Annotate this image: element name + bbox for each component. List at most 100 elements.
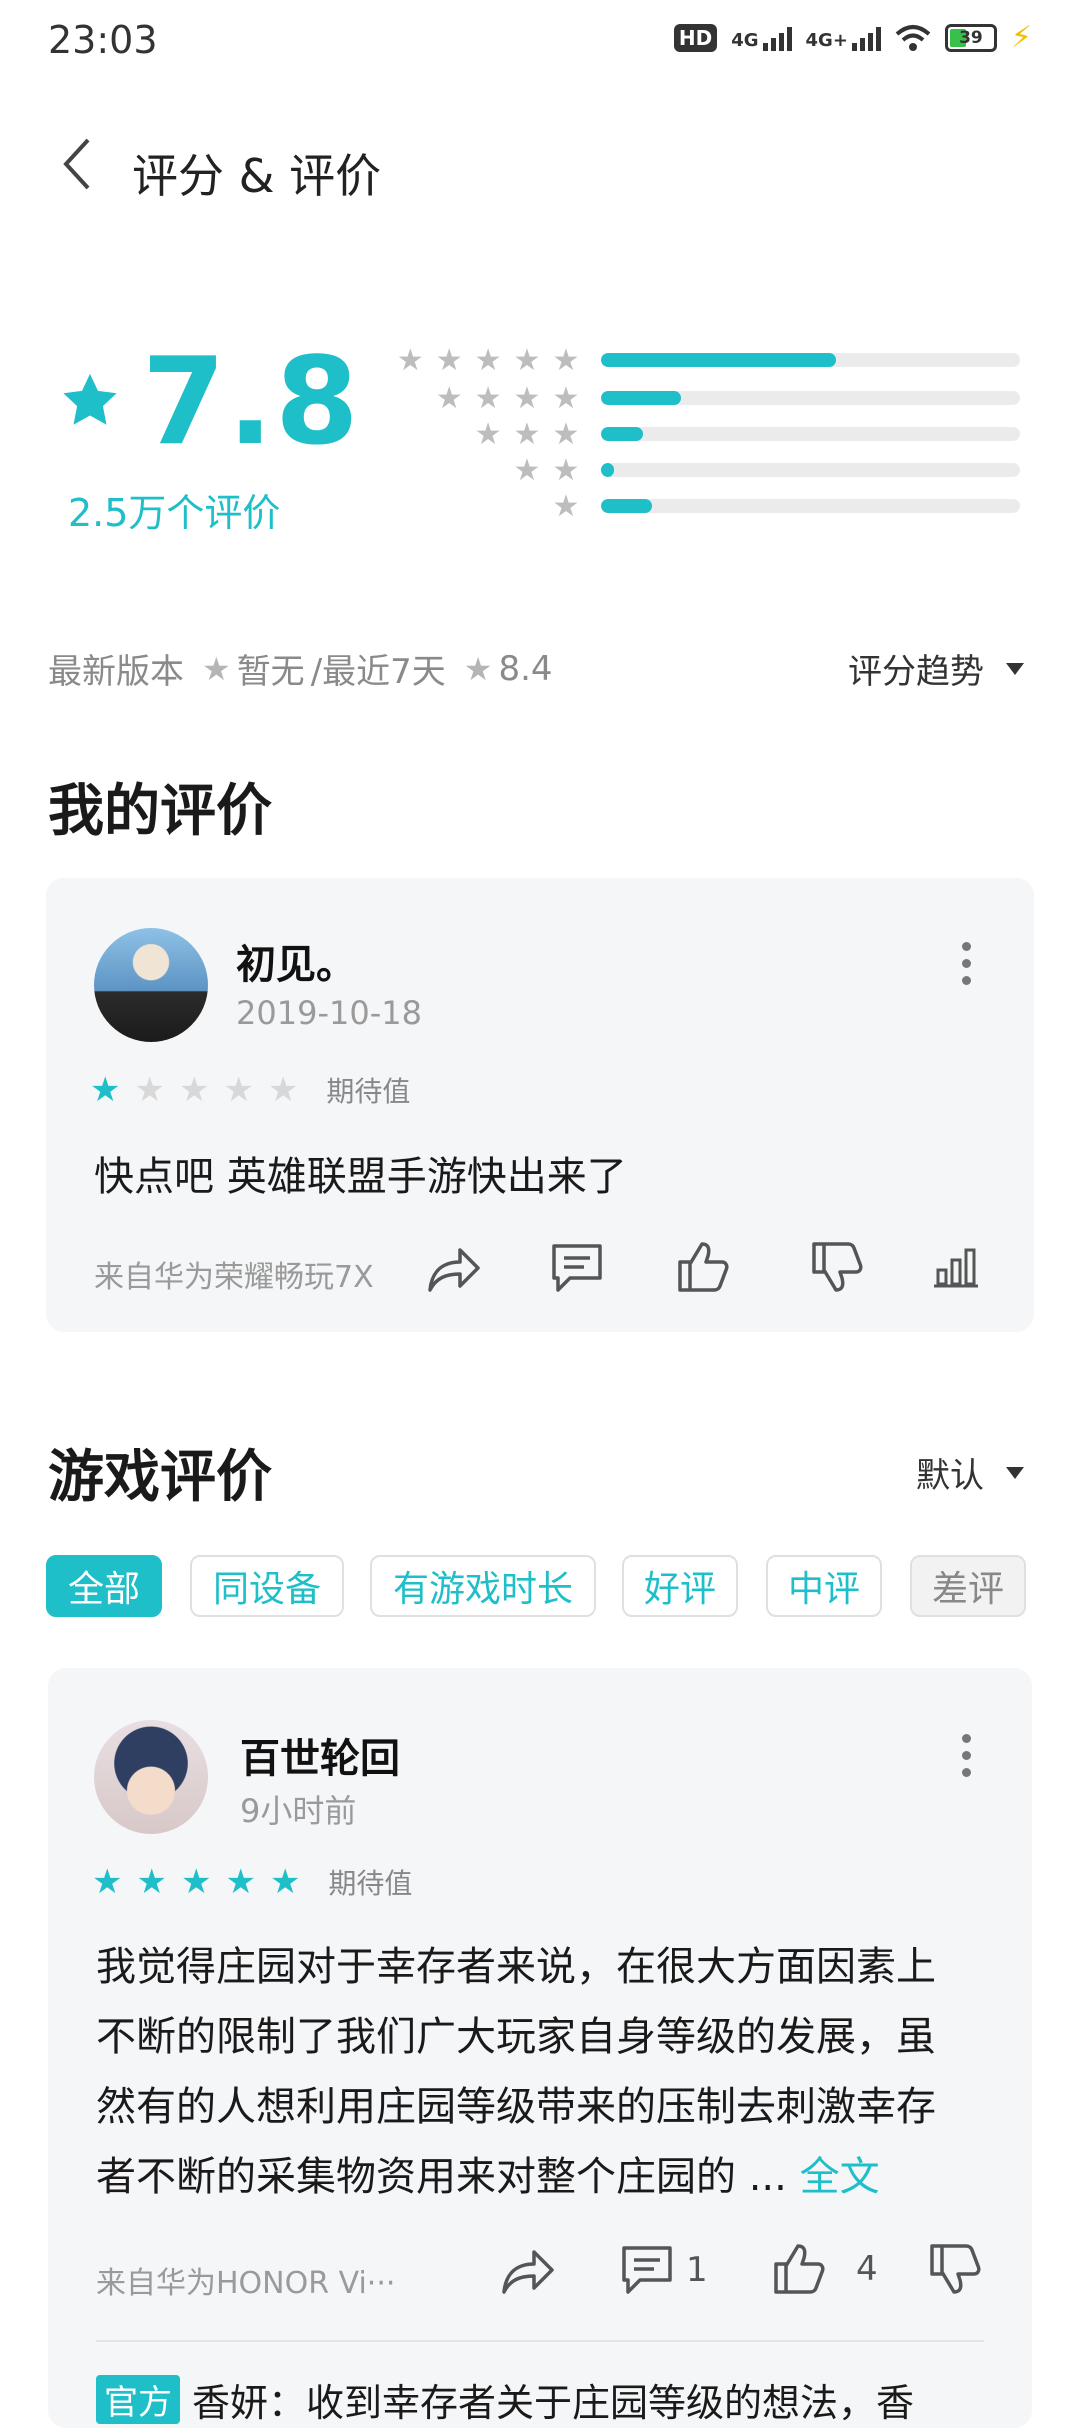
like-button[interactable]: 4 — [772, 2242, 878, 2296]
review-text: 我觉得庄园对于幸存者来说，在很大方面因素上 不断的限制了我们广大玩家自身等级的发… — [96, 1932, 996, 2212]
page-title: 评分 & 评价 — [132, 149, 382, 203]
review-text-line: 然有的人想利用庄园等级带来的压制去刺激幸存 — [96, 2084, 936, 2130]
star-icon: ★ — [474, 342, 502, 378]
distribution-stars: ★ ★ — [380, 452, 580, 488]
distribution-row-1-star: ★ — [380, 489, 1020, 524]
review-stars: ★ ★ ★ ★ ★ 期待值 — [90, 1070, 410, 1110]
distribution-bar — [601, 427, 1020, 441]
divider — [96, 2340, 984, 2342]
average-score: 7.8 — [142, 333, 361, 472]
hd-icon: HD — [673, 23, 718, 52]
official-reply[interactable]: 官方 香妍：收到幸存者关于庄园等级的想法，香 — [96, 2372, 914, 2427]
comment-icon[interactable] — [550, 1242, 604, 1294]
username[interactable]: 百世轮回 — [240, 1726, 400, 1784]
comment-button[interactable]: 1 — [620, 2244, 708, 2296]
tab-neutral[interactable]: 中评 — [766, 1555, 882, 1617]
avatar[interactable] — [94, 928, 208, 1042]
review-stars: ★ ★ ★ ★ ★ 期待值 — [92, 1862, 412, 1902]
star-icon: ★ — [463, 649, 493, 688]
star-icon: ★ — [513, 452, 541, 488]
dislike-icon[interactable] — [810, 1240, 864, 1294]
tab-negative[interactable]: 差评 — [910, 1555, 1026, 1617]
star-icon: ★ — [513, 342, 541, 378]
recent-score: 8.4 — [498, 648, 553, 689]
distribution-stars: ★ ★ ★ ★ ★ — [380, 342, 580, 378]
star-icon: ★ — [513, 416, 541, 452]
share-icon[interactable] — [426, 1244, 482, 1294]
review-text-line: 我觉得庄园对于幸存者来说，在很大方面因素上 — [96, 1944, 936, 1990]
username[interactable]: 初见。 — [236, 932, 356, 990]
star-icon: ★ — [180, 1862, 212, 1902]
tab-all[interactable]: 全部 — [46, 1555, 162, 1617]
star-icon: ★ — [202, 649, 231, 688]
review-text: 快点吧 英雄联盟手游快出来了 — [94, 1154, 627, 1200]
status-icons: HD 4G 4G+ 39 ⚡ — [673, 20, 1032, 55]
my-review-card: 初见。 2019-10-18 ★ ★ ★ ★ ★ 期待值 快点吧 英雄联盟手游快… — [46, 878, 1034, 1332]
stats-icon[interactable] — [934, 1246, 978, 1288]
more-options-icon[interactable] — [960, 1734, 972, 1777]
status-time: 23:03 — [48, 18, 158, 62]
distribution-bar-fill — [601, 463, 614, 477]
review-card: 百世轮回 9小时前 ★ ★ ★ ★ ★ 期待值 我觉得庄园对于幸存者来说，在很大… — [48, 1668, 1032, 2428]
review-text-line: 不断的限制了我们广大玩家自身等级的发展，虽 — [96, 2014, 936, 2060]
distribution-stars: ★ — [380, 489, 579, 524]
distribution-bar — [601, 463, 1020, 477]
star-icon: ★ — [474, 380, 502, 416]
device-label: 来自华为荣耀畅玩7X — [94, 1260, 374, 1295]
distribution-bar-fill — [601, 353, 836, 367]
dislike-icon[interactable] — [928, 2242, 982, 2296]
battery-icon: 39 — [944, 23, 997, 52]
star-icon: ★ — [513, 380, 541, 416]
review-text-line: 者不断的采集物资用来对整个庄园的 ... — [96, 2154, 787, 2200]
version-rating: 最新版本 ★ 暂无 /最近7天 ★ 8.4 — [48, 644, 553, 693]
distribution-bar — [601, 499, 1020, 513]
like-icon — [774, 2244, 825, 2294]
sort-dropdown[interactable]: 默认 — [916, 1448, 1024, 1497]
tab-playtime[interactable]: 有游戏时长 — [370, 1555, 596, 1617]
rating-tag: 期待值 — [326, 1075, 411, 1108]
distribution-stars: ★ ★ ★ — [380, 416, 580, 452]
star-icon: ★ — [136, 1862, 167, 1902]
comment-count: 1 — [686, 2250, 708, 2290]
my-review-heading: 我的评价 — [48, 779, 272, 844]
star-icon: ★ — [435, 380, 463, 416]
review-date: 2019-10-18 — [236, 994, 422, 1032]
signal-icon-2: 4G+ — [806, 25, 881, 51]
star-icon: ★ — [552, 342, 580, 378]
sort-label: 默认 — [916, 1456, 984, 1496]
more-options-icon[interactable] — [960, 942, 972, 985]
distribution-bar-fill — [601, 391, 681, 405]
tab-same-device[interactable]: 同设备 — [190, 1555, 344, 1617]
distribution-row-5-star: ★ ★ ★ ★ ★ — [380, 342, 1020, 378]
distribution-bar — [601, 353, 1020, 367]
wifi-icon — [895, 24, 931, 51]
tab-positive[interactable]: 好评 — [622, 1555, 738, 1617]
star-icon: ★ — [269, 1862, 301, 1902]
rating-tag: 期待值 — [328, 1867, 413, 1900]
device-label: 来自华为HONOR Vi··· — [96, 2266, 396, 2301]
read-more-link[interactable]: 全文 — [800, 2154, 880, 2200]
avatar[interactable] — [94, 1720, 208, 1834]
rating-star-icon — [63, 373, 117, 425]
charging-icon: ⚡ — [1010, 20, 1032, 55]
rating-trend-dropdown[interactable]: 评分趋势 — [848, 644, 1024, 693]
back-arrow-icon[interactable] — [62, 138, 92, 190]
star-icon: ★ — [552, 380, 580, 416]
star-icon: ★ — [92, 1862, 123, 1902]
distribution-bar — [601, 391, 1020, 405]
dropdown-arrow-icon — [1006, 662, 1024, 675]
distribution-row-3-star: ★ ★ ★ — [380, 416, 1020, 452]
network-type-2: 4G+ — [805, 29, 848, 51]
like-count: 4 — [856, 2249, 878, 2289]
version-score: 暂无 — [236, 652, 305, 692]
share-icon[interactable] — [500, 2246, 556, 2296]
like-icon[interactable] — [676, 1240, 730, 1294]
game-reviews-heading: 游戏评价 — [48, 1445, 272, 1510]
star-icon: ★ — [223, 1070, 254, 1110]
trend-label: 评分趋势 — [848, 652, 984, 692]
signal-icon-1: 4G — [731, 25, 792, 51]
distribution-bar-fill — [601, 427, 644, 441]
recent-label: /最近7天 — [310, 652, 446, 692]
comment-icon — [622, 2246, 672, 2294]
review-time: 9小时前 — [240, 1792, 357, 1830]
